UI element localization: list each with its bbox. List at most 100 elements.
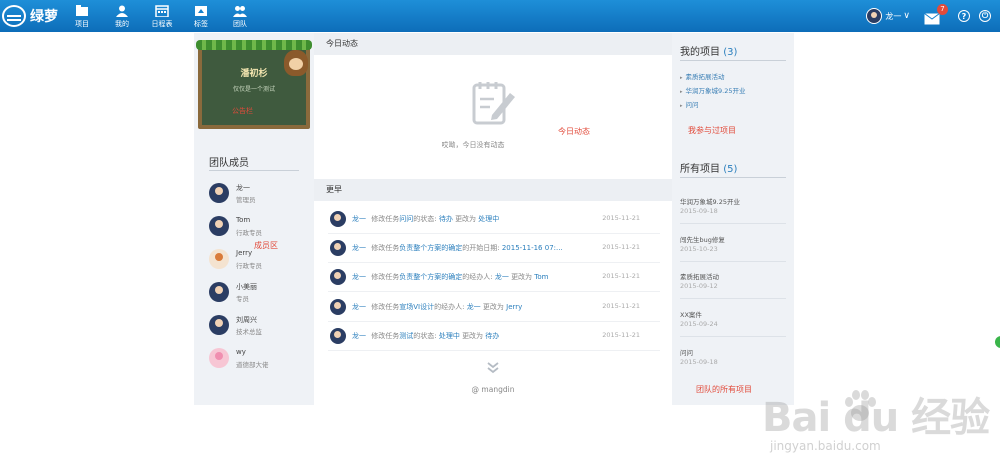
load-more-chevron-icon[interactable] [486, 361, 500, 375]
project-item[interactable]: 闯先生bug修复 2015-10-23 [680, 232, 786, 262]
avatar [330, 240, 346, 256]
app-logo-text: 绿萝 [30, 9, 58, 25]
watermark: Bai du 经验 jingyan.baidu.com [762, 385, 997, 467]
activity-action: 修改任务 [371, 303, 400, 311]
my-project-link[interactable]: 华润万象城9.25开业 [680, 85, 746, 95]
floating-chat-button[interactable] [995, 336, 1000, 348]
activity-user[interactable]: 龙一 [352, 244, 366, 252]
activity-text: 龙一 修改任务宣场VI设计的经办人: 龙一 更改为 Jerry [352, 302, 592, 312]
activity-user[interactable]: 龙一 [352, 332, 366, 340]
user-avatar[interactable] [866, 8, 883, 24]
nav-item-label: 标签 [194, 20, 208, 28]
nav-item-label: 团队 [233, 20, 247, 28]
project-name: XX案件 [680, 311, 702, 319]
activity-from: 龙一 [494, 273, 509, 281]
member-item[interactable]: Tom 行政专员 [209, 214, 309, 240]
main-panel: 潘初杉 仅仅是一个测试 公告栏 团队成员 龙一 管理员 Tom 行政专员 Jer… [194, 33, 794, 405]
activity-change: 更改为 [455, 215, 477, 223]
user-name[interactable]: 龙一 [885, 11, 901, 22]
activity-field: 的经办人: [462, 273, 493, 281]
left-column: 潘初杉 仅仅是一个测试 公告栏 团队成员 龙一 管理员 Tom 行政专员 Jer… [194, 33, 314, 405]
all-projects-count: (5) [723, 164, 738, 175]
chevron-down-icon[interactable]: ∨ [903, 11, 910, 21]
watermark-sub: jingyan.baidu.com [770, 439, 881, 453]
project-item[interactable]: XX案件 2015-09-24 [680, 307, 786, 337]
nav-item-tags[interactable]: 标签 [182, 0, 220, 32]
activity-from: 处理中 [438, 332, 460, 340]
project-name: 问问 [680, 349, 693, 357]
nav-item-projects[interactable]: 项目 [62, 0, 102, 32]
logo-icon [2, 5, 26, 27]
activity-user[interactable]: 龙一 [352, 273, 366, 281]
divider [209, 170, 299, 171]
member-name: Jerry [236, 249, 253, 257]
activity-to: Jerry [506, 303, 523, 311]
team-title: 团队成员 [209, 158, 249, 169]
my-projects-annotation: 我参与过项目 [688, 126, 736, 135]
app-logo[interactable]: 绿萝 [2, 4, 58, 28]
project-date: 2015-10-23 [680, 245, 718, 253]
member-item[interactable]: 小美丽 专员 [209, 280, 309, 306]
footer-credit: @ mangdin [471, 385, 515, 394]
project-item[interactable]: 素质拓展活动 2015-09-12 [680, 269, 786, 299]
activity-item: 龙一 修改任务问问的状态: 待办 更改为 处理中 2015-11-21 [328, 204, 660, 234]
project-item[interactable]: 华润万象城9.25开业 2015-09-18 [680, 194, 786, 224]
nav-item-team[interactable]: 团队 [220, 0, 260, 32]
activity-date: 2015-11-21 [602, 302, 640, 310]
activity-text: 龙一 修改任务负责整个方案的确定的开始日期: 2015-11-16 07:... [352, 243, 592, 253]
nav-item-mine[interactable]: 我的 [102, 0, 142, 32]
activity-date: 2015-11-21 [602, 243, 640, 251]
bulletin-board: 潘初杉 仅仅是一个测试 公告栏 [196, 40, 312, 129]
activity-item: 龙一 修改任务宣场VI设计的经办人: 龙一 更改为 Jerry 2015-11-… [328, 292, 660, 322]
today-annotation: 今日动态 [558, 127, 590, 136]
help-icon[interactable]: ? [958, 10, 970, 22]
member-item[interactable]: wy 道德部大佬 [209, 346, 309, 372]
member-name: 小美丽 [236, 283, 257, 291]
activity-user[interactable]: 龙一 [352, 303, 366, 311]
mail-button[interactable]: 7 [924, 4, 948, 25]
activity-from: 待办 [438, 215, 453, 223]
right-column: 我的项目 (3) 素质拓展活动 华润万象城9.25开业 问问 我参与过项目 所有… [672, 33, 794, 405]
avatar [209, 183, 229, 203]
avatar [209, 282, 229, 302]
activity-task-link[interactable]: 问问 [399, 215, 413, 223]
project-date: 2015-09-18 [680, 207, 718, 215]
member-role: 行政专员 [236, 229, 262, 237]
tag-icon [194, 5, 208, 17]
avatar [330, 211, 346, 227]
avatar [209, 249, 229, 269]
member-item[interactable]: 龙一 管理员 [209, 181, 309, 207]
topbar-right: 龙一 ∨ 7 ? ⏻ [866, 0, 1000, 32]
activity-date: 2015-11-21 [602, 214, 640, 222]
divider [680, 60, 786, 61]
activity-task-link[interactable]: 负责整个方案的确定 [399, 244, 462, 252]
paw-icon [845, 390, 876, 421]
project-item[interactable]: 问问 2015-09-18 [680, 345, 786, 375]
member-name: Tom [236, 216, 251, 224]
activity-task-link[interactable]: 测试 [399, 332, 413, 340]
activity-field: 的经办人: [434, 303, 465, 311]
power-icon[interactable]: ⏻ [979, 10, 991, 22]
activity-column: 今日动态 哎呦，今日没有动态 今日动态 更早 龙一 修改任务问问的状态: 待办 … [314, 33, 672, 405]
empty-state-text: 哎呦，今日没有动态 [441, 141, 505, 149]
activity-to: 处理中 [478, 215, 500, 223]
avatar [330, 299, 346, 315]
activity-text: 龙一 修改任务测试的状态: 处理中 更改为 待办 [352, 331, 592, 341]
activity-user[interactable]: 龙一 [352, 215, 366, 223]
activity-action: 修改任务 [371, 215, 400, 223]
activity-action: 修改任务 [371, 273, 400, 281]
my-project-link[interactable]: 素质拓展活动 [680, 71, 725, 81]
my-projects-title: 我的项目 (3) [680, 43, 737, 58]
my-projects-title-text: 我的项目 [680, 47, 720, 58]
activity-field: 的状态: [413, 332, 437, 340]
activity-task-link[interactable]: 宣场VI设计 [399, 303, 434, 311]
my-project-link[interactable]: 问问 [680, 99, 699, 109]
member-role: 专员 [236, 295, 249, 303]
project-date: 2015-09-18 [680, 358, 718, 366]
activity-task-link[interactable]: 负责整个方案的确定 [399, 273, 462, 281]
nav-item-calendar[interactable]: 日程表 [142, 0, 182, 32]
member-item[interactable]: 刘周兴 技术总监 [209, 313, 309, 339]
team-icon [233, 5, 247, 17]
activity-field: 的开始日期: [462, 244, 500, 252]
top-navigation-bar: 绿萝 项目 我的 日程表 标签 团队 龙一 ∨ 7 ? ⏻ [0, 0, 1000, 32]
